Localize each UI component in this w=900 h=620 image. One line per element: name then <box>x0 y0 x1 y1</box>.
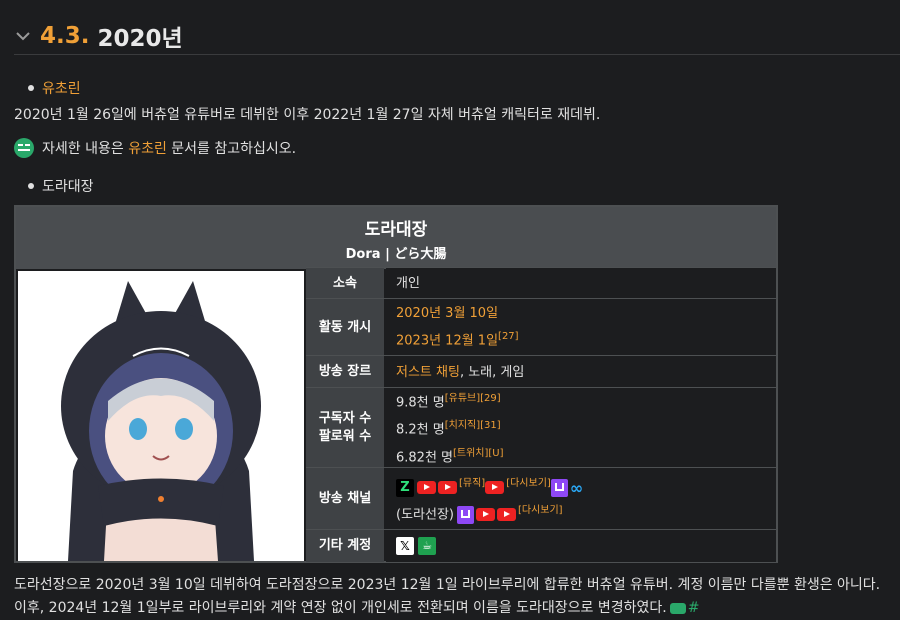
replay-ref[interactable]: [다시보기] <box>506 478 551 489</box>
paragraph-2: 도라선장으로 2020년 3월 10일 데뷔하여 도라점장으로 2023년 12… <box>14 577 881 593</box>
row-value: 저스트 채팅, 노래, 게임 <box>386 356 776 388</box>
footnote-ref[interactable]: [치지직][31] <box>445 420 501 431</box>
row-genre: 방송 장르 저스트 채팅, 노래, 게임 <box>306 355 776 388</box>
list-item: 도라대장 <box>28 176 94 196</box>
chzzk-icon[interactable]: Z <box>396 478 414 497</box>
row-value: 𝕏 ☕ <box>386 530 776 562</box>
see-also-note: 자세한 내용은 유초린 문서를 참고하십시오. <box>14 138 296 158</box>
infobox-header: 도라대장 Dora | どら大腸 <box>16 207 776 269</box>
link-icon[interactable] <box>669 602 686 614</box>
paragraph-3: 이후, 2024년 12월 1일부로 라이브루리와 계약 연장 없이 개인세로 … <box>14 600 667 616</box>
subs-twitch: 6.82천 명 <box>396 450 453 465</box>
memo-icon <box>14 138 34 158</box>
row-label: 방송 채널 <box>306 468 384 530</box>
label-subscribers: 구독자 수 <box>318 411 372 426</box>
row-start: 활동 개시 2020년 3월 10일 2023년 12월 1일[27] <box>306 298 776 356</box>
youtube-icon[interactable] <box>496 508 516 522</box>
note-prefix: 자세한 내용은 <box>42 141 129 157</box>
twitch-icon[interactable] <box>550 478 568 497</box>
infobox-name: 도라대장 <box>364 220 428 240</box>
row-other-accounts: 기타 계정 𝕏 ☕ <box>306 529 776 562</box>
genre-rest: , 노래, 게임 <box>459 364 525 380</box>
paragraph-3-wrap: 이후, 2024년 12월 1일부로 라이브루리와 계약 연장 없이 개인세로 … <box>14 597 699 617</box>
infinity-icon[interactable]: ∞ <box>570 478 583 497</box>
anchor-hash[interactable]: # <box>688 600 700 616</box>
subs-youtube: 9.8천 명 <box>396 395 445 411</box>
row-label: 구독자 수팔로워 수 <box>306 388 384 468</box>
row-label: 기타 계정 <box>306 530 384 562</box>
infobox: 도라대장 Dora | どら大腸 소속 개인 활동 개시 2020년 3월 10… <box>14 205 778 563</box>
character-image[interactable] <box>18 271 304 561</box>
paragraph-1: 2020년 1월 26일에 버츄얼 유튜버로 데뷔한 이후 2022년 1월 2… <box>14 107 601 123</box>
sub-channel-prefix: (도라선장) <box>396 507 454 523</box>
bullet-text: 도라대장 <box>42 179 94 195</box>
row-value: 개인 <box>386 268 776 299</box>
section-title: 2020년 <box>97 26 183 52</box>
start-date-2-link[interactable]: 2023년 12월 1일 <box>396 334 498 349</box>
chevron-down-icon[interactable] <box>14 27 32 45</box>
row-affiliation: 소속 개인 <box>306 267 776 299</box>
note-link[interactable]: 유초린 <box>128 138 167 158</box>
just-chatting-link[interactable]: 저스트 채팅 <box>396 365 460 380</box>
section-heading[interactable]: 4.3. 2020년 <box>14 18 900 55</box>
bullet-dot <box>28 183 34 189</box>
row-channels: 방송 채널 Z [뮤직] [다시보기] ∞ (도라선장) [다시보기] <box>306 467 776 530</box>
footnote-ref[interactable]: [유튜브][29] <box>445 393 501 404</box>
music-ref[interactable]: [뮤직] <box>459 478 485 489</box>
row-label: 소속 <box>306 268 384 299</box>
cup-icon[interactable]: ☕ <box>418 537 436 555</box>
youtube-icon[interactable] <box>438 481 457 494</box>
x-icon[interactable]: 𝕏 <box>396 537 414 555</box>
infobox-subtitle: Dora | どら大腸 <box>345 247 447 262</box>
note-suffix: 문서를 참고하십시오. <box>166 141 297 157</box>
bullet-dot <box>28 85 34 91</box>
youtube-icon[interactable] <box>475 508 495 522</box>
affiliation-value: 개인 <box>396 276 420 291</box>
footnote-ref[interactable]: [27] <box>498 331 519 342</box>
twitch-icon[interactable] <box>456 505 474 524</box>
row-value: 2020년 3월 10일 2023년 12월 1일[27] <box>386 299 776 356</box>
footnote-ref[interactable]: [트위치][U] <box>453 448 504 459</box>
yuchorin-link[interactable]: 유초린 <box>42 78 81 98</box>
youtube-icon[interactable] <box>485 481 505 494</box>
row-value: 9.8천 명[유튜브][29] 8.2천 명[치지직][31] 6.82천 명[… <box>386 388 776 468</box>
replay-ref[interactable]: [다시보기] <box>518 505 563 516</box>
row-label: 활동 개시 <box>306 299 384 356</box>
subs-chzzk: 8.2천 명 <box>396 422 445 438</box>
list-item: 유초린 <box>28 78 81 98</box>
row-value: Z [뮤직] [다시보기] ∞ (도라선장) [다시보기] <box>386 468 776 530</box>
label-followers: 팔로워 수 <box>318 429 372 444</box>
youtube-icon[interactable] <box>417 481 436 494</box>
row-subscribers: 구독자 수팔로워 수 9.8천 명[유튜브][29] 8.2천 명[치지직][3… <box>306 387 776 468</box>
start-date-1-link[interactable]: 2020년 3월 10일 <box>396 306 498 321</box>
row-label: 방송 장르 <box>306 356 384 388</box>
section-number[interactable]: 4.3. <box>40 23 89 49</box>
